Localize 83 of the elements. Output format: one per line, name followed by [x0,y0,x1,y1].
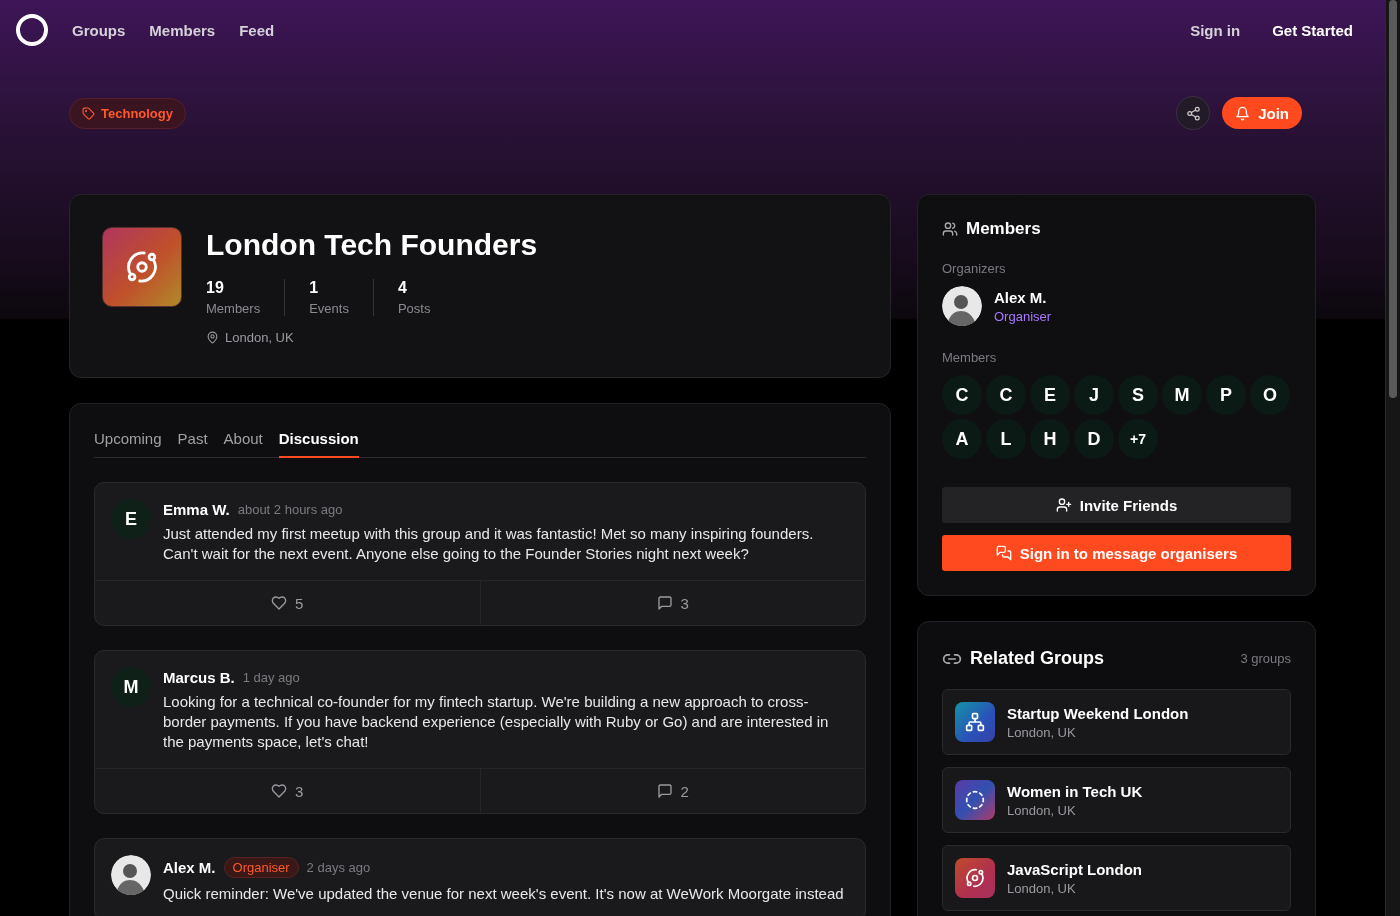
users-icon [942,221,958,237]
stat-value: 4 [397,279,408,297]
stat-label: Members [206,301,261,316]
logo-ring-icon[interactable] [16,14,48,46]
tab[interactable]: Discussion [278,428,359,458]
post-text: Looking for a technical co-founder for my fintech startup. We're building a new approach to cross-border payments. If you have backend experience (especially with Ruby or Go) and are interested in the payments space, let's chat! [163,692,830,752]
member-avatar[interactable]: D [1074,419,1114,459]
location-pin-icon [206,331,219,344]
members-label: Members [942,350,998,365]
organiser-badge: Organiser [223,857,299,878]
group-name: Startup Weekend London [1007,704,1189,722]
heart-icon [271,595,288,611]
member-avatar[interactable]: P [1206,375,1246,415]
orbit-icon [125,250,159,284]
share-icon [1185,105,1201,121]
post-text: Just attended my first meetup with this group and it was fantastic! Met so many inspiring founders. Can't wait for the next event. Anyone else going to the Founder Stories night next week? [163,524,815,564]
share-button[interactable] [1176,96,1211,130]
related-group-item[interactable]: Startup Weekend London London, UK [942,689,1291,755]
group-title: London Tech Founders [206,227,538,263]
member-avatar[interactable]: C [942,375,982,415]
tab[interactable]: About [223,428,263,458]
heart-icon [271,783,288,799]
post-author: Emma W. [163,501,230,518]
post-author: Alex M. [163,859,216,876]
like-button[interactable]: 5 [95,581,480,625]
group-location: London, UK [1007,880,1077,896]
bell-icon [1235,105,1251,121]
tab[interactable]: Past [177,428,208,458]
post-text: Quick reminder: We've updated the venue for next week's event. It's now at WeWork Moorgate instead [163,884,844,904]
comment-icon [656,783,673,799]
comment-button[interactable]: 2 [479,769,865,813]
member-avatar[interactable]: L [986,419,1026,459]
post-author: Marcus B. [163,669,235,686]
avatar-silhouette [111,855,151,895]
user-plus-icon [1055,497,1072,513]
member-avatar[interactable]: M [1162,375,1202,415]
avatar-initial: E [111,499,151,539]
related-group-item[interactable]: Women in Tech UK London, UK [942,767,1291,833]
member-avatar[interactable]: A [942,419,982,459]
like-button[interactable]: 3 [95,769,480,813]
post-time: 2 days ago [306,860,371,875]
group-location: London, UK [1007,724,1077,740]
scrollbar-thumb[interactable] [1389,0,1397,398]
member-avatar[interactable]: O [1250,375,1290,415]
member-avatar[interactable]: J [1074,375,1114,415]
group-location: London, UK [225,330,294,345]
nav-link[interactable]: Feed [239,21,275,39]
member-avatar[interactable]: +7 [1118,419,1158,459]
related-groups-title: Related Groups [970,648,1106,669]
chat-bubbles-icon [995,545,1012,561]
member-avatar[interactable]: C [986,375,1026,415]
group-count: 3 groups [1240,651,1291,666]
get-started-link[interactable]: Get Started [1272,21,1353,39]
comment-icon [656,595,673,611]
member-avatar[interactable]: H [1030,419,1070,459]
network-icon [965,712,985,732]
member-avatar[interactable]: E [1030,375,1070,415]
stat-value: 1 [309,279,320,297]
stat-label: Events [309,301,349,316]
nav-link[interactable]: Members [149,21,216,39]
post-time: 1 day ago [242,670,300,685]
members-title: Members [966,219,1041,239]
sign-in-link[interactable]: Sign in [1190,21,1241,39]
avatar-initial: M [111,667,151,707]
stat-value: 19 [206,279,225,297]
group-location: London, UK [1007,802,1077,818]
organizers-label: Organizers [942,261,1007,276]
nav-link[interactable]: Groups [72,21,126,39]
group-name: JavaScript London [1007,860,1143,878]
organizer-name[interactable]: Alex M. [994,288,1052,306]
tab[interactable]: Upcoming [94,428,162,458]
category-tag[interactable]: Technology [69,97,186,129]
comment-button[interactable]: 3 [479,581,865,625]
stat-label: Posts [397,301,431,316]
group-name: Women in Tech UK [1007,782,1143,800]
post-time: about 2 hours ago [237,502,343,517]
avatar-silhouette [942,286,982,326]
organizer-role: Organiser [994,308,1052,324]
related-group-item[interactable]: JavaScript London London, UK [942,845,1291,911]
member-avatar[interactable]: S [1118,375,1158,415]
invite-friends-button[interactable]: Invite Friends [942,487,1291,523]
tag-icon [82,106,95,120]
orbit-icon [965,868,985,888]
